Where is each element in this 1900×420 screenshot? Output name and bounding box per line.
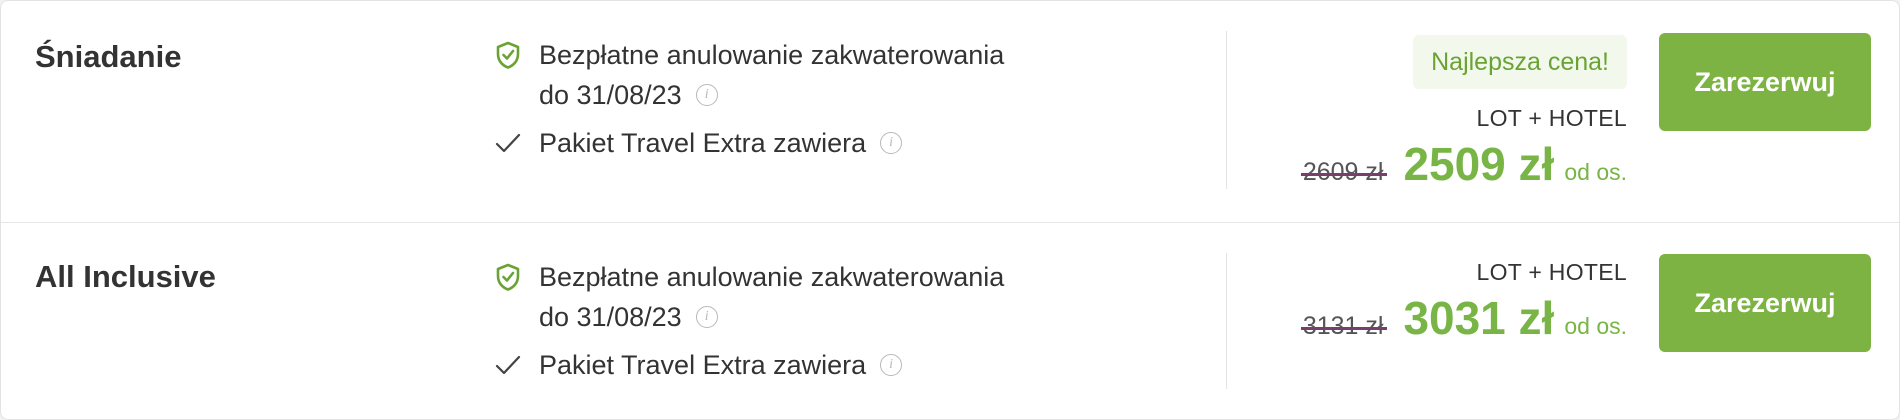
- book-button[interactable]: Zarezerwuj: [1659, 33, 1871, 131]
- cancellation-date: do 31/08/23: [539, 80, 682, 110]
- current-price: 2509 zł: [1403, 138, 1555, 190]
- price-block: 3131 zł 3031 zł od os.: [1300, 291, 1627, 345]
- best-price-badge: Najlepsza cena!: [1413, 35, 1627, 89]
- travel-extra-text: Pakiet Travel Extra zawiera: [539, 350, 867, 380]
- offer-row: Śniadanie Bezpłatne anulowanie zakwatero…: [1, 1, 1899, 223]
- travel-extra-feature: Pakiet Travel Extra zawiera i: [495, 123, 1055, 163]
- old-price: 3131 zł: [1300, 312, 1388, 340]
- info-icon[interactable]: i: [695, 83, 718, 106]
- check-icon: [495, 345, 539, 385]
- board-type-title: All Inclusive: [35, 259, 216, 294]
- offer-features: Bezpłatne anulowanie zakwaterowania do 3…: [495, 35, 1055, 163]
- column-divider: [1226, 253, 1227, 389]
- cancellation-date: do 31/08/23: [539, 302, 682, 332]
- travel-extra-feature: Pakiet Travel Extra zawiera i: [495, 345, 1055, 385]
- info-icon[interactable]: i: [880, 353, 903, 376]
- per-person-label: od os.: [1564, 159, 1627, 185]
- shield-check-icon: [495, 35, 539, 75]
- free-cancellation-text: Bezpłatne anulowanie zakwaterowania: [539, 262, 1005, 292]
- info-icon[interactable]: i: [880, 131, 903, 154]
- check-icon: [495, 123, 539, 163]
- current-price: 3031 zł: [1403, 292, 1555, 344]
- offer-features: Bezpłatne anulowanie zakwaterowania do 3…: [495, 257, 1055, 385]
- column-divider: [1226, 31, 1227, 189]
- old-price: 2609 zł: [1300, 158, 1388, 186]
- travel-extra-text: Pakiet Travel Extra zawiera: [539, 128, 867, 158]
- shield-check-icon: [495, 257, 539, 297]
- package-type-label: LOT + HOTEL: [1476, 105, 1627, 131]
- free-cancellation-feature: Bezpłatne anulowanie zakwaterowania do 3…: [495, 35, 1055, 115]
- book-button[interactable]: Zarezerwuj: [1659, 254, 1871, 352]
- board-type-title: Śniadanie: [35, 39, 182, 74]
- free-cancellation-feature: Bezpłatne anulowanie zakwaterowania do 3…: [495, 257, 1055, 337]
- info-icon[interactable]: i: [695, 305, 718, 328]
- price-block: 2609 zł 2509 zł od os.: [1300, 137, 1627, 191]
- per-person-label: od os.: [1564, 313, 1627, 339]
- offer-list: Śniadanie Bezpłatne anulowanie zakwatero…: [0, 0, 1900, 420]
- offer-row: All Inclusive Bezpłatne anulowanie zakwa…: [1, 223, 1899, 419]
- free-cancellation-text: Bezpłatne anulowanie zakwaterowania: [539, 40, 1005, 70]
- package-type-label: LOT + HOTEL: [1476, 259, 1627, 285]
